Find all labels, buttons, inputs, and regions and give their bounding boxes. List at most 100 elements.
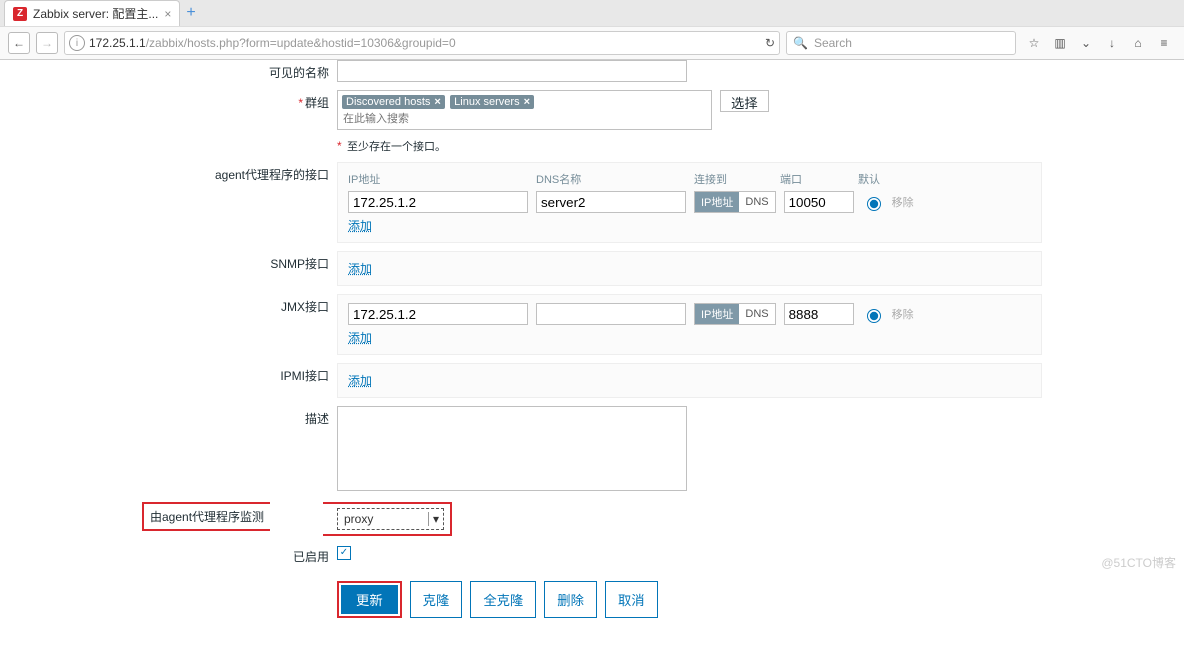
jmx-interface-box: IP地址 DNS 移除 添加 — [337, 294, 1042, 355]
search-icon: 🔍 — [793, 36, 808, 50]
row-interface-note: * 至少存在一个接口。 — [142, 138, 1042, 154]
forward-button[interactable]: → — [36, 32, 58, 54]
zabbix-favicon: Z — [13, 7, 27, 21]
back-button[interactable]: ← — [8, 32, 30, 54]
visible-name-input[interactable] — [337, 60, 687, 82]
row-jmx-interface: JMX接口 IP地址 DNS 移除 添加 — [142, 294, 1042, 355]
connect-ip-option[interactable]: IP地址 — [695, 192, 739, 212]
enabled-checkbox[interactable]: ✓ — [337, 546, 351, 560]
proxy-select-highlight: proxy ▾ — [323, 502, 452, 536]
tab-title: Zabbix server: 配置主... — [33, 5, 158, 22]
groups-multiselect[interactable]: Discovered hosts× Linux servers× — [337, 90, 712, 130]
label-proxy: 由agent代理程序监测 — [150, 508, 264, 525]
update-highlight: 更新 — [337, 581, 402, 618]
clone-button[interactable]: 克隆 — [410, 581, 463, 618]
row-groups: *群组 Discovered hosts× Linux servers× 选择 — [142, 90, 1042, 130]
ipmi-interface-box: 添加 — [337, 363, 1042, 398]
connect-dns-option[interactable]: DNS — [739, 192, 774, 212]
bookmark-icon[interactable]: ☆ — [1026, 36, 1042, 50]
menu-icon[interactable]: ≡ — [1156, 36, 1172, 50]
browser-search[interactable]: 🔍 Search — [786, 31, 1016, 55]
snmp-interface-box: 添加 — [337, 251, 1042, 286]
description-textarea[interactable] — [337, 406, 687, 491]
row-visible-name: 可见的名称 — [142, 60, 1042, 82]
interface-headers: IP地址 DNS名称 连接到 端口 默认 — [348, 171, 1031, 187]
select-groups-button[interactable]: 选择 — [720, 90, 769, 112]
delete-button[interactable]: 删除 — [544, 581, 597, 618]
remove-interface-link[interactable]: 移除 — [892, 306, 914, 322]
url-text: 172.25.1.1/zabbix/hosts.php?form=update&… — [89, 36, 761, 50]
update-button[interactable]: 更新 — [341, 585, 398, 614]
row-ipmi-interface: IPMI接口 添加 — [142, 363, 1042, 398]
search-placeholder: Search — [814, 36, 852, 50]
url-host: 172.25.1.1 — [89, 36, 146, 50]
home-icon[interactable]: ⌂ — [1130, 36, 1146, 50]
connect-ip-option[interactable]: IP地址 — [695, 304, 739, 324]
label-agent-interface: agent代理程序的接口 — [142, 162, 337, 183]
nav-bar: ← → i 172.25.1.1/zabbix/hosts.php?form=u… — [0, 26, 1184, 59]
connect-dns-option[interactable]: DNS — [739, 304, 774, 324]
label-description: 描述 — [142, 406, 337, 427]
reload-icon[interactable]: ↻ — [765, 36, 775, 50]
url-bar[interactable]: i 172.25.1.1/zabbix/hosts.php?form=updat… — [64, 31, 780, 55]
agent-dns-input[interactable] — [536, 191, 686, 213]
group-tag[interactable]: Linux servers× — [450, 95, 534, 109]
tab-bar: Z Zabbix server: 配置主... × + — [0, 0, 1184, 26]
required-marker: * — [298, 96, 303, 110]
label-groups: 群组 — [305, 96, 329, 110]
group-search-input[interactable] — [341, 112, 708, 126]
add-snmp-interface-link[interactable]: 添加 — [348, 262, 372, 276]
jmx-default-radio[interactable] — [867, 309, 881, 323]
jmx-connect-segment[interactable]: IP地址 DNS — [694, 303, 776, 325]
browser-chrome: Z Zabbix server: 配置主... × + ← → i 172.25… — [0, 0, 1184, 60]
agent-ip-input[interactable] — [348, 191, 528, 213]
jmx-port-input[interactable] — [784, 303, 854, 325]
add-jmx-interface-link[interactable]: 添加 — [348, 331, 372, 345]
row-enabled: 已启用 ✓ — [142, 544, 1042, 565]
proxy-select-value: proxy — [338, 512, 428, 526]
row-proxy: 由agent代理程序监测 proxy ▾ — [142, 502, 1042, 536]
add-agent-interface-link[interactable]: 添加 — [348, 219, 372, 233]
remove-tag-icon[interactable]: × — [524, 96, 530, 108]
url-path: /zabbix/hosts.php?form=update&hostid=103… — [146, 36, 456, 50]
label-enabled: 已启用 — [142, 544, 337, 565]
agent-interface-box: IP地址 DNS名称 连接到 端口 默认 IP地址 DNS — [337, 162, 1042, 243]
label-visible-name: 可见的名称 — [142, 60, 337, 81]
chevron-down-icon: ▾ — [428, 512, 443, 526]
jmx-dns-input[interactable] — [536, 303, 686, 325]
remove-tag-icon[interactable]: × — [434, 96, 440, 108]
watermark: @51CTO博客 — [1101, 554, 1176, 571]
agent-connect-segment[interactable]: IP地址 DNS — [694, 191, 776, 213]
page-content: 可见的名称 *群组 Discovered hosts× Linux server… — [0, 60, 1184, 646]
label-snmp-interface: SNMP接口 — [142, 251, 337, 272]
proxy-label-highlight: 由agent代理程序监测 — [142, 502, 270, 531]
pocket-icon[interactable]: ⌄ — [1078, 36, 1094, 50]
jmx-ip-input[interactable] — [348, 303, 528, 325]
browser-toolbar-icons: ☆ ▥ ⌄ ↓ ⌂ ≡ — [1022, 36, 1176, 50]
downloads-icon[interactable]: ↓ — [1104, 36, 1120, 50]
add-ipmi-interface-link[interactable]: 添加 — [348, 374, 372, 388]
row-agent-interface: agent代理程序的接口 IP地址 DNS名称 连接到 端口 默认 IP地址 — [142, 162, 1042, 243]
info-icon[interactable]: i — [69, 35, 85, 51]
action-buttons: 更新 克隆 全克隆 删除 取消 — [337, 581, 1042, 618]
label-jmx-interface: JMX接口 — [142, 294, 337, 315]
new-tab-button[interactable]: + — [186, 4, 195, 22]
agent-default-radio[interactable] — [867, 197, 881, 211]
proxy-select[interactable]: proxy ▾ — [337, 508, 444, 530]
cancel-button[interactable]: 取消 — [605, 581, 658, 618]
interface-note: 至少存在一个接口。 — [347, 141, 446, 153]
close-tab-icon[interactable]: × — [164, 7, 171, 21]
row-actions: 更新 克隆 全克隆 删除 取消 — [142, 573, 1042, 618]
browser-tab-active[interactable]: Z Zabbix server: 配置主... × — [4, 0, 180, 26]
agent-interface-row: IP地址 DNS 移除 — [348, 191, 1031, 213]
remove-interface-link[interactable]: 移除 — [892, 194, 914, 210]
group-tag[interactable]: Discovered hosts× — [342, 95, 445, 109]
label-ipmi-interface: IPMI接口 — [142, 363, 337, 384]
row-snmp-interface: SNMP接口 添加 — [142, 251, 1042, 286]
row-description: 描述 — [142, 406, 1042, 494]
full-clone-button[interactable]: 全克隆 — [470, 581, 536, 618]
jmx-interface-row: IP地址 DNS 移除 — [348, 303, 1031, 325]
host-form: 可见的名称 *群组 Discovered hosts× Linux server… — [142, 60, 1042, 618]
library-icon[interactable]: ▥ — [1052, 36, 1068, 50]
agent-port-input[interactable] — [784, 191, 854, 213]
